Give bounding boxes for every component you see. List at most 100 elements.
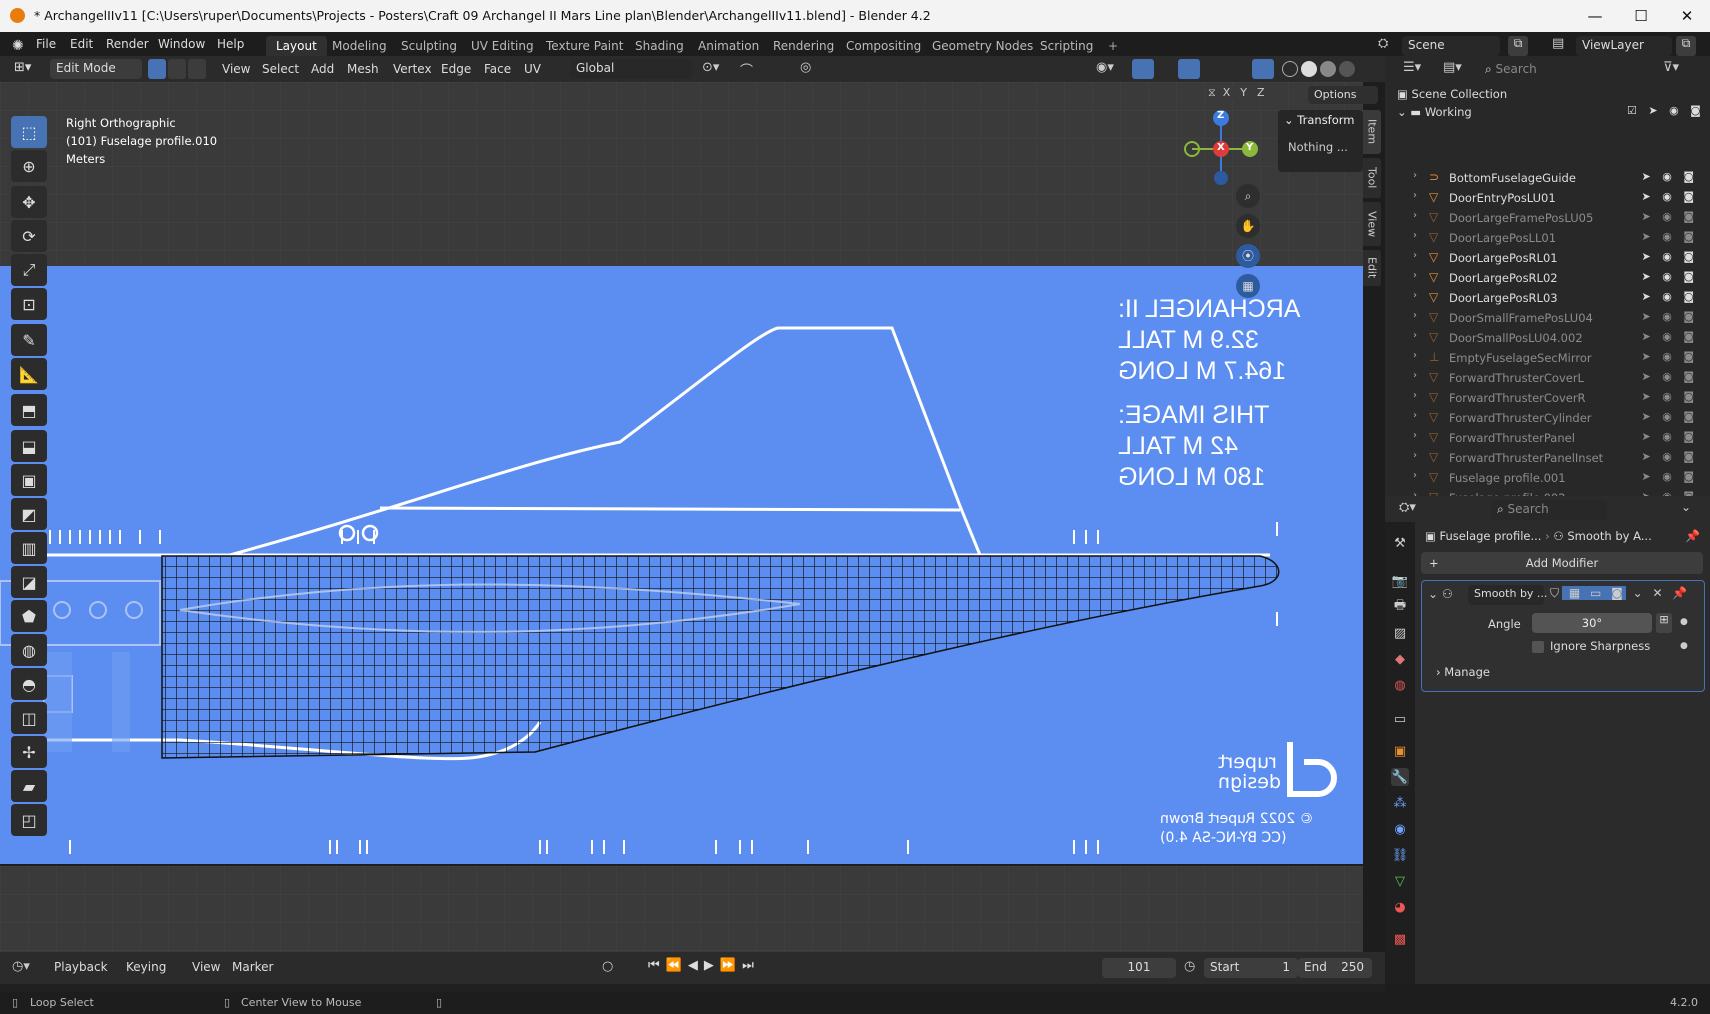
rip-region-tool-icon[interactable]: ◰ [11,804,47,836]
chevron-right-icon[interactable]: › [1413,390,1417,401]
tab-geometry-nodes[interactable]: Geometry Nodes [922,36,1043,58]
pivot-point-icon[interactable]: ⊙▾ [702,60,719,75]
editor-type-icon[interactable]: ⊞▾ [14,60,31,75]
working-row-toggles[interactable]: ☑ ➤ ◉ ◙ [1627,104,1705,117]
visibility-toggles[interactable]: ➤ ◉ ◙ [1642,430,1698,443]
chevron-right-icon[interactable]: › [1413,470,1417,481]
add-modifier-button[interactable]: + Add Modifier [1421,552,1703,574]
output-tab-icon[interactable]: 🖶 [1391,598,1409,616]
blender-menu-icon[interactable]: ✺ [12,38,24,54]
outliner-item[interactable]: › ▽ DoorLargePosRL02 ➤ ◉ ◙ [1385,268,1710,288]
tab-uv-editing[interactable]: UV Editing [461,36,544,58]
timeline-editor-icon[interactable]: ◷▾ [12,959,30,974]
camera-view-icon[interactable]: ⦿ [1236,244,1260,268]
outliner-search[interactable]: ⌕ Search [1479,60,1595,80]
vp-menu-mesh[interactable]: Mesh [347,62,379,76]
visibility-toggles[interactable]: ➤ ◉ ◙ [1642,270,1698,283]
face-select-icon[interactable] [188,59,206,79]
chevron-right-icon[interactable]: › [1413,350,1417,361]
ortho-grid-icon[interactable]: ▦ [1236,274,1260,298]
chevron-right-icon[interactable]: › [1413,250,1417,261]
navigation-gizmo[interactable]: Z X Y [1180,104,1270,194]
vp-menu-view[interactable]: View [222,62,250,76]
visibility-toggles[interactable]: ➤ ◉ ◙ [1642,350,1698,363]
visibility-toggles[interactable]: ➤ ◉ ◙ [1642,190,1698,203]
tab-shading[interactable]: Shading [625,36,694,58]
timeline-scrubber[interactable] [0,984,1385,992]
tab-sculpting[interactable]: Sculpting [391,36,467,58]
outliner-item[interactable]: › ▽ ForwardThrusterPanelInset ➤ ◉ ◙ [1385,448,1710,468]
properties-search[interactable]: ⌕ Search [1491,500,1607,520]
chevron-right-icon[interactable]: › [1413,370,1417,381]
transform-orientation-selector[interactable]: Global [570,59,692,79]
filter-icon[interactable]: ⊽▾ [1663,60,1679,75]
timeline-menu-keying[interactable]: Keying [126,960,166,974]
mirror-z-button[interactable]: Z [1254,86,1268,100]
vertex-select-icon[interactable] [148,59,166,79]
chevron-right-icon[interactable]: › [1413,190,1417,201]
visibility-toggles[interactable]: ➤ ◉ ◙ [1642,450,1698,463]
select-box-tool-icon[interactable]: ⬚ [11,116,47,148]
collection-tab-icon[interactable]: ▭ [1391,710,1409,728]
overlay-toggle-icon[interactable] [1178,59,1200,79]
visibility-toggles[interactable]: ➤ ◉ ◙ [1642,170,1698,183]
manage-subpanel[interactable]: › Manage [1436,665,1490,679]
stopwatch-icon[interactable]: ◷ [1184,959,1195,974]
menu-file[interactable]: File [36,37,56,51]
outliner-item[interactable]: › ▽ DoorLargePosLL01 ➤ ◉ ◙ [1385,228,1710,248]
pin-icon[interactable]: 📌 [1685,529,1700,543]
keyframe-dot-icon[interactable]: ● [1680,641,1688,651]
chevron-down-icon[interactable]: ⌄ [1681,500,1691,514]
edge-select-icon[interactable] [168,59,186,79]
outliner-item[interactable]: › ▽ DoorSmallPosLU04.002 ➤ ◉ ◙ [1385,328,1710,348]
modifier-tab-icon[interactable]: 🔧 [1391,768,1409,786]
new-scene-icon[interactable]: ⧉ [1508,36,1528,56]
cursor-tool-icon[interactable]: ⊕ [11,150,47,182]
angle-field[interactable]: 30° [1532,613,1652,633]
start-frame-field[interactable]: Start 1 [1204,958,1298,978]
view-layer-tab-icon[interactable]: ▨ [1391,624,1409,642]
maximize-button[interactable]: ☐ [1618,0,1664,32]
tab-scripting[interactable]: Scripting [1030,36,1103,58]
tab-animation[interactable]: Animation [688,36,769,58]
chevron-right-icon[interactable]: › [1413,170,1417,181]
modifier-name-field[interactable]: Smooth by ... [1468,585,1547,605]
annotate-tool-icon[interactable]: ✎ [11,324,47,356]
close-button[interactable]: ✕ [1664,0,1710,32]
inset-tool-icon[interactable]: ▣ [11,464,47,496]
rendered-shading-icon[interactable] [1339,61,1355,77]
minimize-button[interactable]: — [1572,0,1618,32]
sidebar-tab-view[interactable]: View [1363,202,1381,246]
add-workspace-button[interactable]: + [1098,36,1128,58]
visibility-toggles[interactable]: ➤ ◉ ◙ [1642,250,1698,263]
render-tab-icon[interactable]: 📷 [1391,572,1409,590]
outliner-item[interactable]: › ▽ ForwardThrusterPanel ➤ ◉ ◙ [1385,428,1710,448]
vp-menu-add[interactable]: Add [311,62,334,76]
visibility-toggles[interactable]: ➤ ◉ ◙ [1642,230,1698,243]
outliner-editor-icon[interactable]: ☰▾ [1403,60,1421,75]
ignore-sharpness-checkbox[interactable] [1532,641,1544,653]
proportional-edit-icon[interactable]: ◎ [800,60,811,75]
menu-window[interactable]: Window [158,37,205,51]
outliner-item[interactable]: › ⊃ BottomFuselageGuide ➤ ◉ ◙ [1385,168,1710,188]
pan-hand-icon[interactable]: ✋ [1236,214,1260,238]
scene-selector[interactable]: Scene [1402,36,1500,56]
xray-toggle-icon[interactable] [1252,59,1274,79]
visibility-toggles[interactable]: ➤ ◉ ◙ [1642,470,1698,483]
sidebar-tab-item[interactable]: Item [1363,110,1381,154]
outliner-item[interactable]: › ▽ DoorLargePosRL01 ➤ ◉ ◙ [1385,248,1710,268]
menu-render[interactable]: Render [106,37,149,51]
options-dropdown[interactable]: Options [1308,86,1378,104]
vp-menu-vertex[interactable]: Vertex [393,62,432,76]
sidebar-tab-tool[interactable]: Tool [1363,158,1381,198]
loop-cut-tool-icon[interactable]: ▥ [11,532,47,564]
end-frame-field[interactable]: End 250 [1298,958,1372,978]
add-cube-tool-icon[interactable]: ⬒ [11,394,47,426]
chevron-right-icon[interactable]: › [1413,290,1417,301]
shrink-fatten-tool-icon[interactable]: ✢ [11,736,47,768]
smooth-tool-icon[interactable]: ◓ [11,668,47,700]
visibility-toggles[interactable]: ➤ ◉ ◙ [1642,330,1698,343]
timeline-menu-marker[interactable]: Marker [232,960,273,974]
chevron-down-icon[interactable]: ⌄ [1428,587,1438,601]
visibility-toggles[interactable]: ➤ ◉ ◙ [1642,310,1698,323]
